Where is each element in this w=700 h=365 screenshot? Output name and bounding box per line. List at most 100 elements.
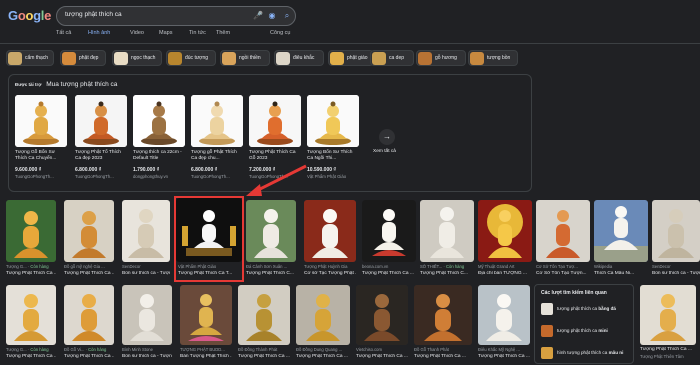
image-title[interactable]: Tượng Phật Thích Ca ... [296,354,350,359]
search-icon[interactable]: ⌕ [282,11,292,21]
chip[interactable]: điêu khắc [274,50,324,66]
product-image [249,95,301,147]
see-all-arrow-icon[interactable]: → [379,129,395,145]
image-title[interactable]: Bán Tượng Phật Thích ... [180,354,232,359]
product-image [191,95,243,147]
product-card[interactable]: Tượng Bổn Sư Thích Ca Ngồi Thi... 10.590… [307,95,359,189]
related-search-item[interactable]: tượng phật thích ca mini [541,325,635,339]
chip[interactable]: đúc tượng [166,50,216,66]
image-source: Mỹ Thuật Grand Art [478,264,515,269]
tab-tools[interactable]: Công cụ [270,30,291,36]
image-source: Đồ gỗ mỹ nghệ Gia ... [64,264,105,269]
product-card[interactable]: Tượng thích ca 22cm - Default Title 1.79… [133,95,185,189]
shopping-title: Được tài trợ Mua tượng phật thích ca [15,81,117,88]
related-search-item[interactable]: tượng phật thích ca bằng đá [541,303,635,317]
image-title[interactable]: Tượng Phật Thích Ca ... [238,354,290,359]
microphone-icon[interactable]: 🎤 [253,11,263,21]
related-title: Các lượt tìm kiếm liên quan [541,290,607,296]
image-result[interactable] [122,200,170,262]
image-result[interactable] [652,200,700,262]
google-logo[interactable]: Google [8,8,51,23]
image-title[interactable]: Tượng Phật Thích Ca ... [414,354,472,359]
image-result[interactable] [478,200,532,262]
image-source: Tượng G... · Còn hàng [6,264,49,269]
image-title[interactable]: Tượng Phật Thích Ca ... [64,271,114,276]
image-title[interactable]: Tượng Phật Thích C... [420,271,474,276]
see-all-label[interactable]: Xem tất cả [373,149,396,154]
chip[interactable]: phật giáo [328,50,374,66]
tab-images[interactable]: Hình ảnh [88,30,110,36]
annotation-highlight-box [174,196,244,282]
product-name: Tượng Phật Tổ Thích Ca đẹp 2023 [75,150,121,161]
tab-news[interactable]: Tin tức [189,30,206,36]
product-store: Vật Phẩm Phật Giáo [307,174,347,179]
image-title[interactable]: Bổn sư thích ca - Tượn... [652,271,700,276]
product-image [133,95,185,147]
image-title[interactable]: Địa chỉ bán TƯỢNG ... [478,271,532,276]
image-result[interactable] [304,200,356,262]
chip-thumbnail [62,52,76,65]
image-title[interactable]: Tượng Phật Thích Ca ... [6,354,56,359]
chip[interactable]: phật đẹp [60,50,106,66]
image-result[interactable] [296,285,350,345]
tab-all[interactable]: Tất cả [56,30,71,36]
product-store: TuongGoPhongTh... [75,174,114,179]
image-result[interactable] [536,200,590,262]
related-text: tượng phật thích ca [557,328,599,333]
chip[interactable]: ngồi thiền [220,50,270,66]
image-result[interactable] [6,285,56,345]
image-source: beona.com.vn [362,264,389,269]
image-result[interactable] [362,200,416,262]
image-source: Đồ Đồng Dung Quang ... [296,347,343,352]
image-result[interactable] [64,285,114,345]
image-result[interactable] [238,285,290,345]
image-title[interactable]: Cơ sở Tạc Tượng Phật ... [304,271,356,276]
product-price: 6.800.000 ₫ [191,167,218,173]
image-result[interactable] [180,285,232,345]
tab-more[interactable]: Thêm [216,30,230,36]
product-card[interactable]: Tượng Gỗ Bổn Sư Thích Ca Chuyển... 9.600… [15,95,67,189]
image-result[interactable] [420,200,474,262]
chip[interactable]: ca dep [370,50,414,66]
image-title[interactable]: Thích Ca Mâu Ni... [594,271,648,276]
image-title[interactable]: Bổn sư thích ca - Tượng ... [122,354,172,359]
product-price: 6.800.000 ₫ [75,167,102,173]
product-name: Tượng Gỗ Bổn Sư Thích Ca Chuyển... [15,150,57,161]
image-title[interactable]: Tượng Phật Thích Ca ... [362,271,416,276]
image-title[interactable]: Tượng Phật Thích Ca ... [6,271,56,276]
tab-maps[interactable]: Maps [159,30,172,36]
image-title[interactable]: Cơ Sở Tôn Tạo Tượn... [536,271,590,276]
image-title[interactable]: Tượng Phật Thích C... [246,271,296,276]
image-result[interactable] [594,200,648,262]
image-result[interactable] [356,285,408,345]
chip[interactable]: tượng bồn [468,50,518,66]
chip-thumbnail [276,52,290,65]
image-result[interactable] [478,285,530,345]
related-search-item[interactable]: hình tượng phật thích ca mâu ni [541,347,635,361]
chip[interactable]: cẩm thạch [6,50,54,66]
image-title[interactable]: Tượng Phật Thích Ca ... [64,354,114,359]
search-box[interactable]: tượng phật thích ca 🎤 ◉ ⌕ [56,6,296,26]
chip-label: cẩm thạch [25,55,49,61]
image-title[interactable]: Tượng Phật Thích Ca ... [356,354,408,359]
image-result[interactable] [640,285,696,345]
product-name: Tượng thích ca 22cm - Default Title [133,150,182,161]
image-result[interactable] [122,285,172,345]
chip[interactable]: gỗ hương [416,50,466,66]
related-text: tượng phật thích ca [557,306,599,311]
product-card[interactable]: Tượng gỗ Phật Thích Ca đẹp chu... 6.800.… [191,95,243,189]
image-result[interactable] [246,200,296,262]
image-result[interactable] [414,285,472,345]
image-title[interactable]: Tượng Phật Thích Ca ... [640,347,698,352]
chip[interactable]: ngọc thạch [112,50,162,66]
chip-thumbnail [330,52,344,65]
search-input[interactable]: tượng phật thích ca [65,11,122,18]
tab-video[interactable]: Video [130,30,144,36]
image-result[interactable] [64,200,114,262]
camera-search-icon[interactable]: ◉ [267,11,277,21]
image-title[interactable]: Tượng Phật Thích Ca ... [478,354,530,359]
product-card[interactable]: Tượng Phật Tổ Thích Ca đẹp 2023 6.800.00… [75,95,127,189]
image-result[interactable] [6,200,56,262]
chip-thumbnail [418,52,432,65]
image-title[interactable]: Bổn sư thích ca - Tượng ... [122,271,170,276]
